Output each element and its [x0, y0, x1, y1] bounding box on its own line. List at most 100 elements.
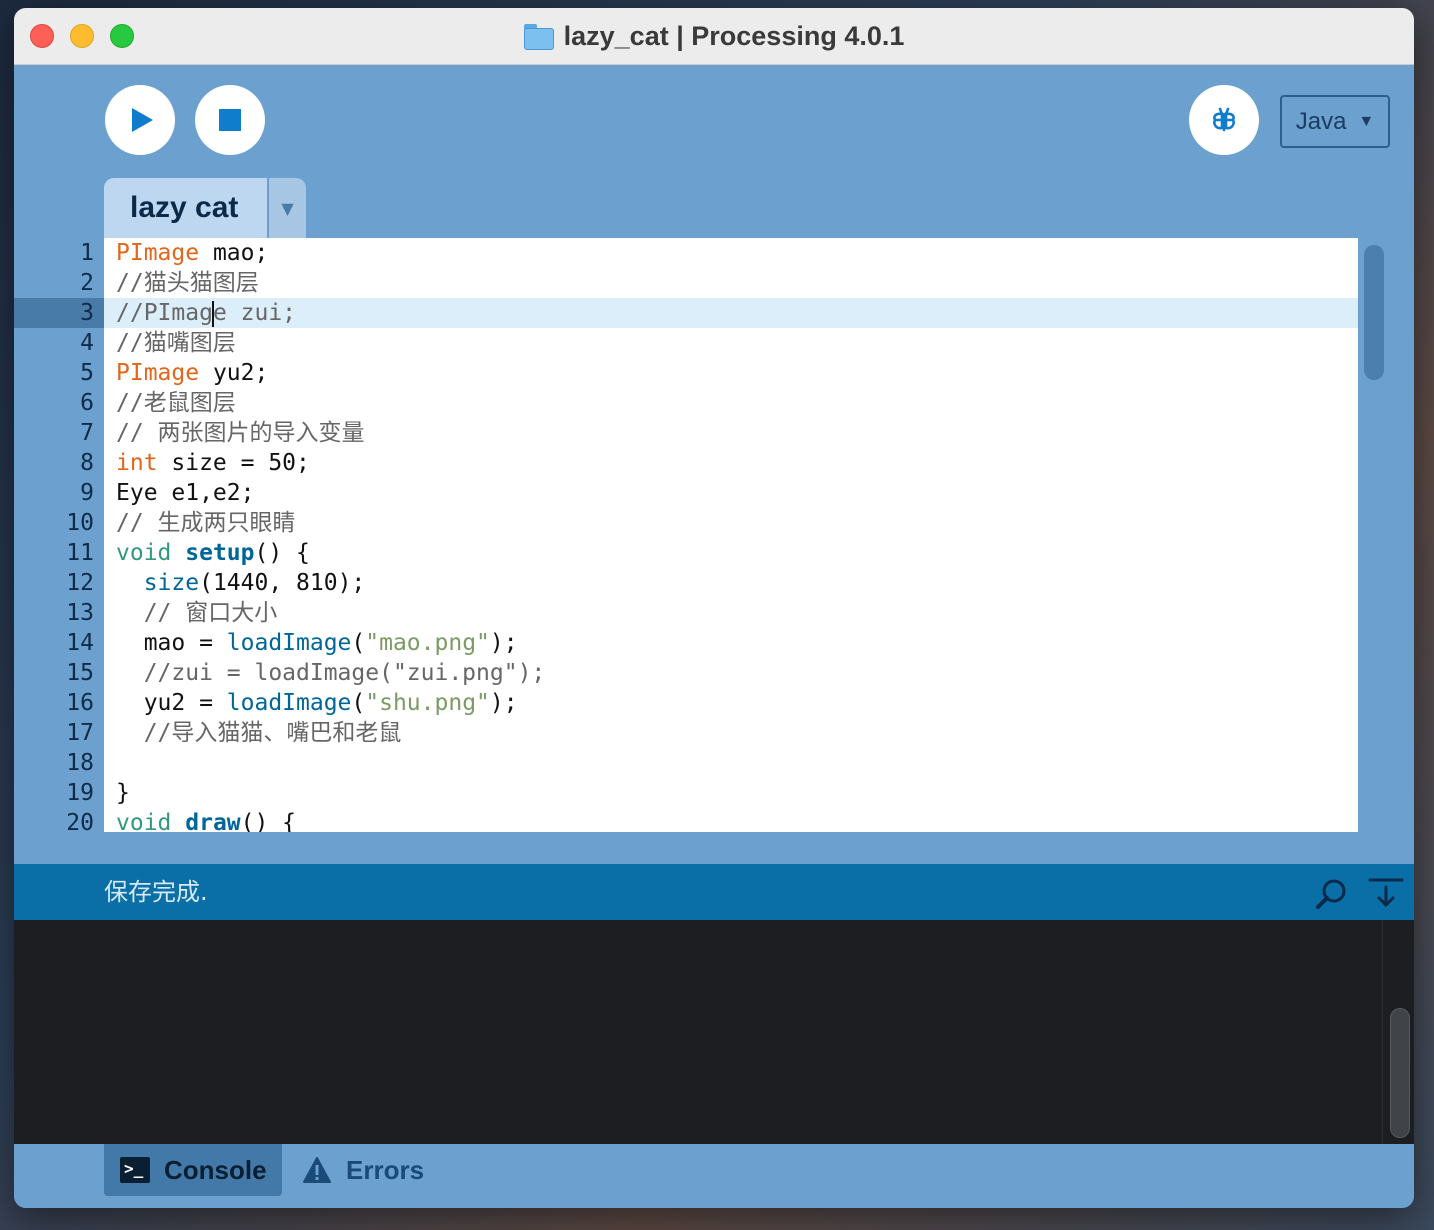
processing-window: lazy_cat | Processing 4.0.1 Java ▼ lazy …: [14, 8, 1414, 1208]
line-number: 8: [80, 450, 94, 476]
code-token: size = 50;: [157, 450, 310, 476]
code-line[interactable]: //猫嘴图层: [104, 328, 1358, 358]
code-token: //老鼠图层: [116, 390, 236, 416]
code-token: (1440, 810);: [199, 570, 366, 596]
code-line[interactable]: int size = 50;: [104, 448, 1358, 478]
code-token: loadImage: [226, 690, 352, 716]
code-token: // 窗口大小: [116, 600, 278, 626]
code-token: (: [351, 690, 366, 716]
mode-selector[interactable]: Java ▼: [1280, 95, 1390, 148]
code-token: mao;: [199, 240, 269, 266]
code-line[interactable]: // 窗口大小: [104, 598, 1358, 628]
mode-label: Java: [1295, 107, 1347, 135]
code-token: "mao.png": [365, 630, 490, 656]
code-token: (: [351, 630, 366, 656]
tab-menu-button[interactable]: ▼: [269, 178, 306, 238]
warning-icon: [303, 1157, 331, 1183]
code-line[interactable]: yu2 = loadImage("shu.png");: [104, 688, 1358, 718]
code-line[interactable]: // 两张图片的导入变量: [104, 418, 1358, 448]
code-token: PImage: [116, 360, 200, 386]
tab-errors[interactable]: Errors: [302, 1144, 424, 1196]
title-wrap: lazy_cat | Processing 4.0.1: [14, 8, 1414, 65]
code-line[interactable]: mao = loadImage("mao.png");: [104, 628, 1358, 658]
line-number-gutter: 1 2 3 4 5 6 7 8 9 10 11 12 13 14 15 16 17 18 19 20: [14, 238, 104, 836]
code-token: "shu.png": [365, 690, 490, 716]
code-line[interactable]: PImage yu2;: [104, 358, 1358, 388]
tab-console[interactable]: >_ Console: [104, 1144, 282, 1196]
console-scrollbar-thumb[interactable]: [1390, 1008, 1410, 1138]
butterfly-debug-icon: [1213, 107, 1235, 132]
code-token: //PImag: [116, 300, 213, 326]
code-line[interactable]: //PImage zui;: [104, 298, 1358, 328]
code-line[interactable]: PImage mao;: [104, 238, 1358, 268]
code-token: e zui;: [212, 300, 297, 326]
code-line[interactable]: //导入猫猫、嘴巴和老鼠: [104, 718, 1358, 748]
console-output[interactable]: [14, 920, 1414, 1144]
code-line[interactable]: // 生成两只眼睛: [104, 508, 1358, 538]
bottom-tabbar: >_ Console Errors: [14, 1144, 1414, 1208]
window-title: lazy_cat | Processing 4.0.1: [563, 21, 905, 51]
line-number: 18: [66, 750, 94, 776]
code-token: loadImage: [226, 630, 352, 656]
code-token: int: [116, 450, 158, 476]
code-line[interactable]: //猫头猫图层: [104, 268, 1358, 298]
run-button[interactable]: [105, 85, 175, 155]
code-line[interactable]: size(1440, 810);: [104, 568, 1358, 598]
line-number: 6: [80, 390, 94, 416]
code-token: () {: [254, 540, 310, 566]
code-token: size: [143, 570, 200, 596]
debug-button[interactable]: [1189, 85, 1259, 155]
line-number: 1: [80, 240, 94, 266]
code-line[interactable]: //zui = loadImage("zui.png");: [104, 658, 1358, 688]
code-token: void: [116, 810, 172, 832]
code-line[interactable]: void draw() {: [104, 808, 1358, 832]
chevron-down-icon: ▼: [1358, 112, 1375, 130]
code-token: //猫头猫图层: [116, 270, 259, 296]
console-scrollbar-track[interactable]: [1382, 920, 1414, 1144]
line-number: 9: [80, 480, 94, 506]
code-line[interactable]: void setup() {: [104, 538, 1358, 568]
status-bar: 保存完成.: [14, 864, 1414, 920]
line-number: 5: [80, 360, 94, 386]
clear-console-icon[interactable]: [1366, 874, 1406, 914]
line-number: 15: [66, 660, 94, 686]
code-token: void: [116, 540, 172, 566]
line-number: 12: [66, 570, 94, 596]
tab-console-label: Console: [164, 1154, 267, 1185]
code-line[interactable]: }: [104, 778, 1358, 808]
code-line[interactable]: //老鼠图层: [104, 388, 1358, 418]
code-token: // 两张图片的导入变量: [116, 420, 365, 446]
code-line[interactable]: Eye e1,e2;: [104, 478, 1358, 508]
sketch-tabbar: lazy cat ▼: [14, 178, 1414, 238]
code-token: PImage: [116, 240, 200, 266]
line-number: 4: [80, 330, 94, 356]
code-line[interactable]: [104, 748, 1358, 778]
code-token: //zui = loadImage("zui.png");: [116, 660, 546, 686]
code-token: Eye e1,e2;: [116, 480, 255, 506]
code-editor[interactable]: PImage mao;//猫头猫图层//PImage zui;//猫嘴图层 PIm…: [104, 238, 1358, 832]
code-token: yu2;: [199, 360, 269, 386]
code-token: yu2 =: [116, 690, 227, 716]
editor-scrollbar-thumb[interactable]: [1364, 245, 1384, 380]
code-token: );: [489, 690, 518, 716]
tab-errors-label: Errors: [346, 1154, 425, 1185]
line-number: 11: [66, 540, 94, 566]
line-number: 2: [80, 270, 94, 296]
line-number: 7: [80, 420, 94, 446]
line-number: 17: [66, 720, 94, 746]
code-token: //导入猫猫、嘴巴和老鼠: [116, 720, 402, 746]
line-number: 10: [66, 510, 94, 536]
code-token: () {: [240, 810, 297, 832]
title-bar[interactable]: lazy_cat | Processing 4.0.1: [14, 8, 1414, 65]
editor-footer: [14, 832, 1414, 864]
status-message: 保存完成.: [104, 878, 208, 906]
play-icon: [132, 108, 153, 132]
stop-button[interactable]: [195, 85, 265, 155]
code-token: // 生成两只眼睛: [116, 510, 296, 536]
tab-lazy-cat[interactable]: lazy cat: [104, 178, 267, 238]
search-icon[interactable]: [1312, 874, 1352, 914]
stop-icon: [219, 109, 241, 131]
